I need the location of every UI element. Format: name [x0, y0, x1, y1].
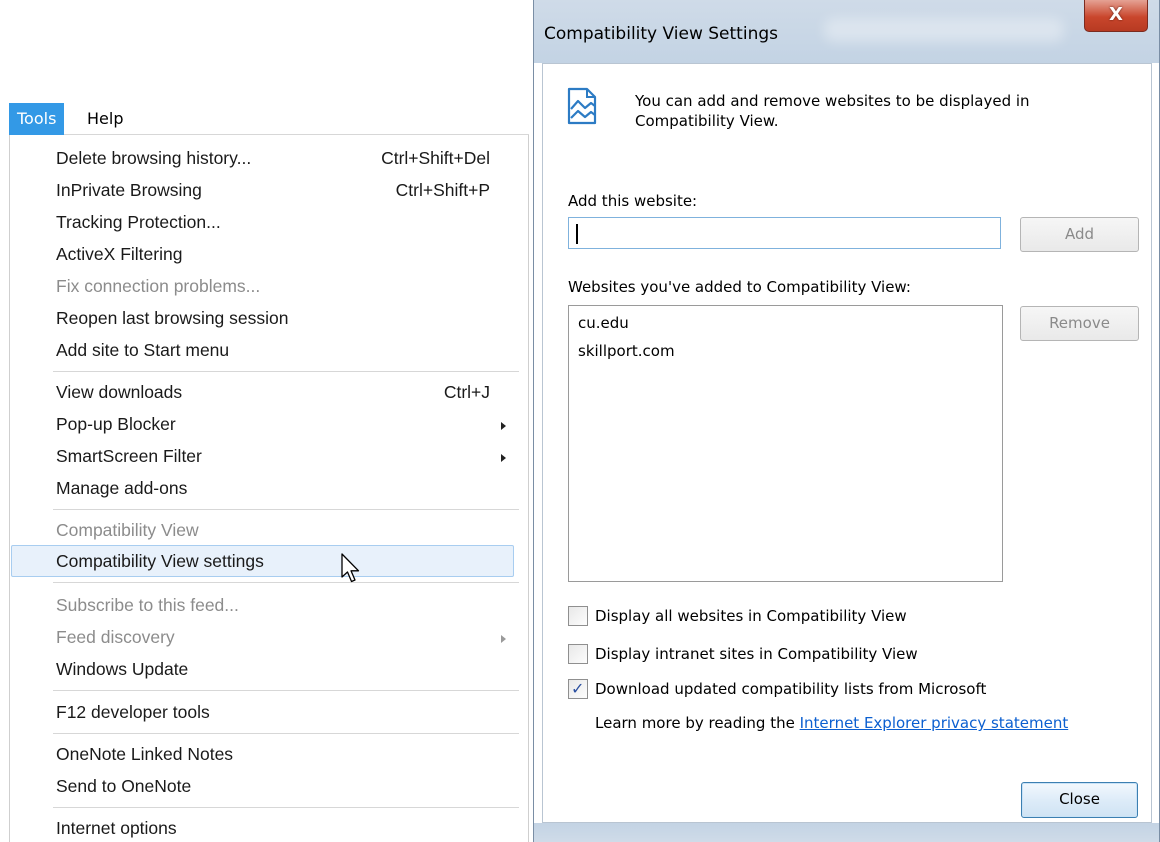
menu-item-label: Manage add-ons: [56, 478, 188, 498]
menu-item-activex-filtering[interactable]: ActiveX Filtering: [11, 238, 514, 270]
privacy-statement-link[interactable]: Internet Explorer privacy statement: [800, 714, 1069, 732]
menu-item-label: Fix connection problems...: [56, 276, 261, 296]
text-caret: [576, 224, 578, 244]
menu-item-label: Feed discovery: [56, 627, 175, 647]
menu-item-popup-blocker[interactable]: Pop-up Blocker: [11, 408, 514, 440]
menu-bar: Tools Help: [9, 103, 529, 135]
menu-item-add-site-to-start[interactable]: Add site to Start menu: [11, 334, 514, 366]
menu-item-label: Internet options: [56, 818, 177, 838]
dialog-bottom-frame: [534, 823, 1159, 842]
menu-item-compatibility-view-settings[interactable]: Compatibility View settings: [11, 545, 514, 577]
remove-button[interactable]: Remove: [1020, 306, 1139, 341]
menu-item-label: Tracking Protection...: [56, 212, 221, 232]
dialog-titlebar: Compatibility View Settings X: [534, 0, 1159, 63]
menu-item-label: InPrivate Browsing: [56, 180, 202, 200]
close-icon: X: [1109, 4, 1123, 25]
websites-list[interactable]: cu.edu skillport.com: [568, 305, 1003, 582]
menu-item-manage-addons[interactable]: Manage add-ons: [11, 472, 514, 504]
menu-item-label: ActiveX Filtering: [56, 244, 183, 264]
websites-list-label: Websites you've added to Compatibility V…: [568, 278, 911, 296]
add-website-label: Add this website:: [568, 192, 698, 210]
checkbox-label: Download updated compatibility lists fro…: [595, 680, 987, 698]
menu-item-inprivate-browsing[interactable]: InPrivate Browsing Ctrl+Shift+P: [11, 174, 514, 206]
add-website-input[interactable]: [569, 218, 1000, 248]
download-updated-lists-checkbox[interactable]: ✓: [568, 679, 588, 699]
menu-item-delete-browsing-history[interactable]: Delete browsing history... Ctrl+Shift+De…: [11, 142, 514, 174]
menu-item-feed-discovery: Feed discovery: [11, 621, 514, 653]
menu-item-shortcut: Ctrl+J: [443, 382, 490, 402]
menu-item-label: Delete browsing history...: [56, 148, 252, 168]
menu-item-subscribe-feed: Subscribe to this feed...: [11, 589, 514, 621]
menu-item-label: Subscribe to this feed...: [56, 595, 239, 615]
submenu-arrow-icon: [501, 635, 506, 643]
menu-separator: [53, 371, 519, 372]
menu-item-compatibility-view: Compatibility View: [11, 514, 514, 546]
submenu-arrow-icon: [501, 422, 506, 430]
close-button[interactable]: Close: [1021, 782, 1138, 818]
list-item[interactable]: cu.edu: [578, 314, 629, 332]
menu-item-tracking-protection[interactable]: Tracking Protection...: [11, 206, 514, 238]
menu-item-view-downloads[interactable]: View downloads Ctrl+J: [11, 376, 514, 408]
submenu-arrow-icon: [501, 454, 506, 462]
dialog-title: Compatibility View Settings: [544, 24, 778, 44]
display-all-websites-checkbox[interactable]: [568, 606, 588, 626]
menu-item-label: Reopen last browsing session: [56, 308, 289, 328]
menu-item-windows-update[interactable]: Windows Update: [11, 653, 514, 685]
display-intranet-sites-checkbox[interactable]: [568, 644, 588, 664]
checkmark-icon: ✓: [571, 679, 585, 698]
menu-separator: [53, 733, 519, 734]
menu-separator: [53, 690, 519, 691]
titlebar-background-blur: [824, 18, 1064, 42]
menu-tools[interactable]: Tools: [9, 103, 65, 135]
menu-item-shortcut: Ctrl+Shift+P: [395, 180, 490, 200]
menu-item-label: SmartScreen Filter: [56, 446, 202, 466]
menu-separator: [53, 582, 519, 583]
list-item[interactable]: skillport.com: [578, 342, 675, 360]
menu-item-label: Windows Update: [56, 659, 189, 679]
menu-help[interactable]: Help: [79, 103, 131, 135]
menu-item-reopen-last-session[interactable]: Reopen last browsing session: [11, 302, 514, 334]
menu-item-shortcut: Ctrl+Shift+Del: [381, 148, 490, 168]
tools-menu-dropdown: Delete browsing history... Ctrl+Shift+De…: [9, 135, 529, 842]
menu-item-label: F12 developer tools: [56, 702, 210, 722]
mouse-pointer-icon: [341, 553, 360, 583]
compatibility-view-dialog: Compatibility View Settings X You can ad…: [533, 0, 1160, 842]
compatibility-view-icon: [567, 87, 597, 125]
learn-more-text: Learn more by reading the: [595, 714, 795, 732]
dialog-close-x-button[interactable]: X: [1084, 0, 1148, 32]
menu-item-internet-options[interactable]: Internet options: [11, 812, 514, 842]
menu-item-f12-developer-tools[interactable]: F12 developer tools: [11, 696, 514, 728]
learn-more-row: Learn more by reading the Internet Explo…: [595, 714, 1068, 732]
add-website-field[interactable]: [568, 217, 1001, 249]
menu-item-label: Compatibility View settings: [56, 551, 264, 571]
checkbox-label: Display intranet sites in Compatibility …: [595, 645, 918, 663]
menu-item-label: Pop-up Blocker: [56, 414, 176, 434]
menu-item-label: Add site to Start menu: [56, 340, 230, 360]
menu-item-label: OneNote Linked Notes: [56, 744, 234, 764]
menu-item-label: View downloads: [56, 382, 183, 402]
menu-item-label: Send to OneNote: [56, 776, 192, 796]
menu-item-fix-connection-problems: Fix connection problems...: [11, 270, 514, 302]
checkbox-label: Display all websites in Compatibility Vi…: [595, 607, 907, 625]
menu-separator: [53, 509, 519, 510]
menu-item-onenote-linked-notes[interactable]: OneNote Linked Notes: [11, 738, 514, 770]
menu-item-label: Compatibility View: [56, 520, 199, 540]
menu-item-smartscreen-filter[interactable]: SmartScreen Filter: [11, 440, 514, 472]
menu-item-send-to-onenote[interactable]: Send to OneNote: [11, 770, 514, 802]
menu-separator: [53, 807, 519, 808]
dialog-description: You can add and remove websites to be di…: [635, 92, 1030, 130]
add-button[interactable]: Add: [1020, 217, 1139, 252]
